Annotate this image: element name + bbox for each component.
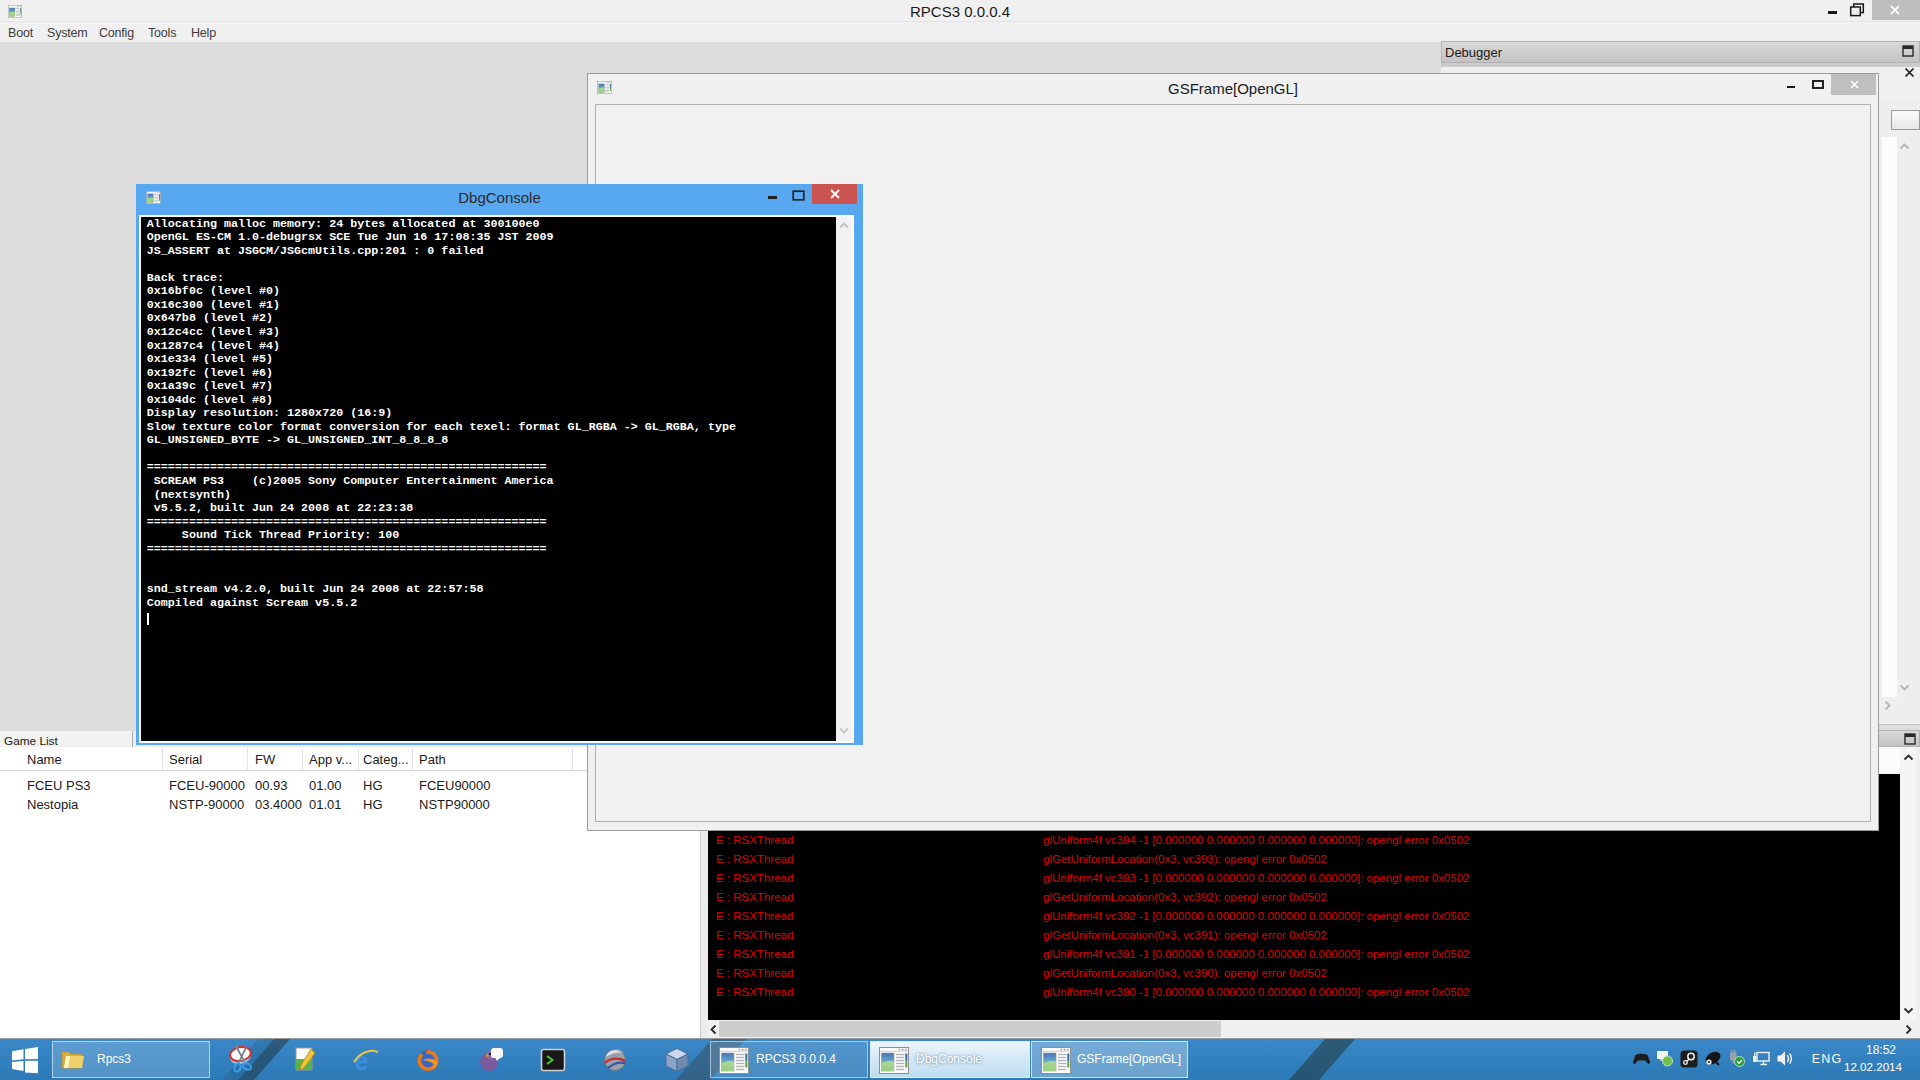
svg-text:e: e [355,1047,369,1075]
